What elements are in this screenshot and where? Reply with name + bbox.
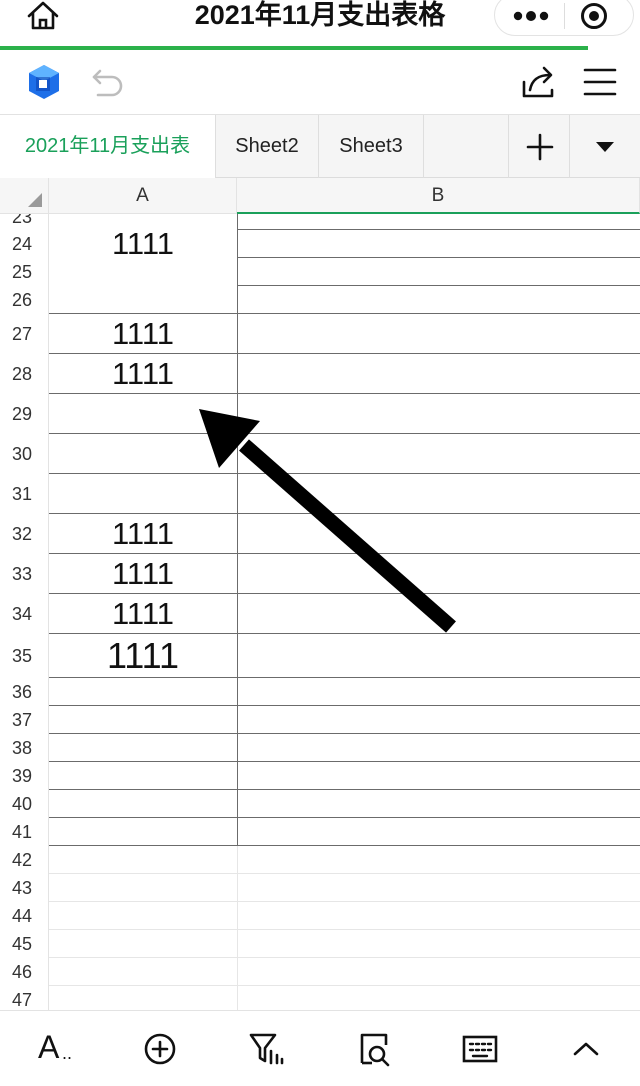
add-sheet-button[interactable] (508, 115, 570, 178)
find-icon (360, 1033, 390, 1067)
row-border (237, 229, 640, 230)
row-border (49, 473, 640, 474)
cell-a-value[interactable]: 1111 (49, 314, 237, 354)
keyboard-icon (462, 1035, 498, 1063)
row-border (49, 873, 640, 874)
row-border (49, 433, 640, 434)
column-a-border-light (237, 846, 238, 1010)
row-number[interactable]: 43 (0, 874, 49, 902)
column-header-b[interactable]: B (237, 178, 640, 214)
loading-progress-bar (0, 46, 588, 50)
row-number[interactable]: 39 (0, 762, 49, 790)
cell-a-value[interactable]: 1111 (49, 354, 237, 394)
font-icon-dots: .. (62, 1043, 73, 1063)
row-border (49, 985, 640, 986)
row-number[interactable]: 27 (0, 314, 49, 354)
row-number[interactable]: 38 (0, 734, 49, 762)
capsule-divider (564, 3, 565, 29)
editor-toolbar (0, 52, 640, 114)
row-border (49, 845, 640, 846)
tab-sheet-1[interactable]: 2021年11月支出表 (0, 115, 216, 178)
app-logo-icon (29, 65, 59, 99)
row-border (49, 761, 640, 762)
row-number[interactable]: 30 (0, 434, 49, 474)
filter-sort-icon (249, 1033, 284, 1065)
column-a-border (237, 214, 238, 846)
row-number[interactable]: 25 (0, 258, 49, 286)
row-number[interactable]: 23 (0, 214, 49, 230)
share-icon (522, 66, 554, 98)
sheet-list-button[interactable] (570, 115, 640, 178)
row-number[interactable]: 35 (0, 634, 49, 678)
find-button[interactable] (352, 1027, 396, 1071)
row-border (49, 789, 640, 790)
cell-a-value[interactable]: 1111 (49, 554, 237, 594)
row-number[interactable]: 40 (0, 790, 49, 818)
insert-button[interactable] (138, 1027, 182, 1071)
share-button[interactable] (518, 62, 558, 102)
keyboard-button[interactable] (458, 1027, 502, 1071)
grid-rows: 23 24 25 26 27 28 29 30 31 32 33 34 35 36 37 38 39 40 41 42… (0, 214, 640, 1010)
add-circle-icon (144, 1033, 176, 1065)
row-border (49, 901, 640, 902)
row-number[interactable]: 29 (0, 394, 49, 434)
row-border (237, 285, 640, 286)
tab-sheet-3[interactable]: Sheet3 (319, 115, 424, 178)
title-bar: 2021年11月支出表格 (0, 0, 640, 50)
more-dots-icon (513, 11, 549, 21)
row-number[interactable]: 34 (0, 594, 49, 634)
hamburger-menu-icon (583, 68, 617, 96)
cell-a-value[interactable]: 1111 (49, 224, 237, 264)
app-logo[interactable] (24, 62, 64, 102)
row-border (49, 733, 640, 734)
triangle-down-icon (596, 142, 614, 152)
row-border (49, 705, 640, 706)
row-border (49, 817, 640, 818)
row-number[interactable]: 26 (0, 286, 49, 314)
plus-icon (526, 133, 554, 161)
row-number[interactable]: 28 (0, 354, 49, 394)
target-icon (581, 3, 607, 29)
row-number[interactable]: 32 (0, 514, 49, 554)
spreadsheet-grid[interactable]: 23 24 25 26 27 28 29 30 31 32 33 34 35 36 37 38 39 40 41 42… (0, 178, 640, 1010)
cell-a-value[interactable]: 1111 (49, 594, 237, 634)
bottom-toolbar: A .. (0, 1010, 640, 1086)
row-number[interactable]: 44 (0, 902, 49, 930)
sheet-tab-bar: 2021年11月支出表 Sheet2 Sheet3 (0, 114, 640, 178)
close-program-button[interactable] (579, 1, 609, 31)
mini-program-capsule (494, 0, 634, 36)
row-border (237, 257, 640, 258)
cell-a-value[interactable]: 1111 (49, 634, 237, 678)
tab-sheet-2[interactable]: Sheet2 (216, 115, 319, 178)
font-icon: A (38, 1029, 60, 1065)
expand-toolbar-button[interactable] (564, 1027, 608, 1071)
row-number[interactable]: 31 (0, 474, 49, 514)
row-number[interactable]: 42 (0, 846, 49, 874)
undo-icon (92, 69, 123, 97)
row-border (49, 957, 640, 958)
chevron-up-icon (573, 1042, 599, 1056)
row-number[interactable]: 47 (0, 986, 49, 1010)
corner-triangle-icon (28, 193, 42, 207)
row-border (49, 929, 640, 930)
column-header-a[interactable]: A (49, 178, 237, 214)
row-number[interactable]: 46 (0, 958, 49, 986)
row-number[interactable]: 33 (0, 554, 49, 594)
row-number[interactable]: 37 (0, 706, 49, 734)
menu-button[interactable] (580, 64, 620, 100)
select-all-corner[interactable] (0, 178, 49, 214)
font-format-button[interactable]: A .. (34, 1027, 78, 1071)
row-number[interactable]: 41 (0, 818, 49, 846)
more-button[interactable] (511, 3, 551, 29)
undo-button[interactable] (88, 64, 128, 100)
row-number[interactable]: 36 (0, 678, 49, 706)
filter-sort-button[interactable] (244, 1027, 288, 1071)
row-number[interactable]: 45 (0, 930, 49, 958)
row-number[interactable]: 24 (0, 230, 49, 258)
cell-a-value[interactable]: 1111 (49, 514, 237, 554)
